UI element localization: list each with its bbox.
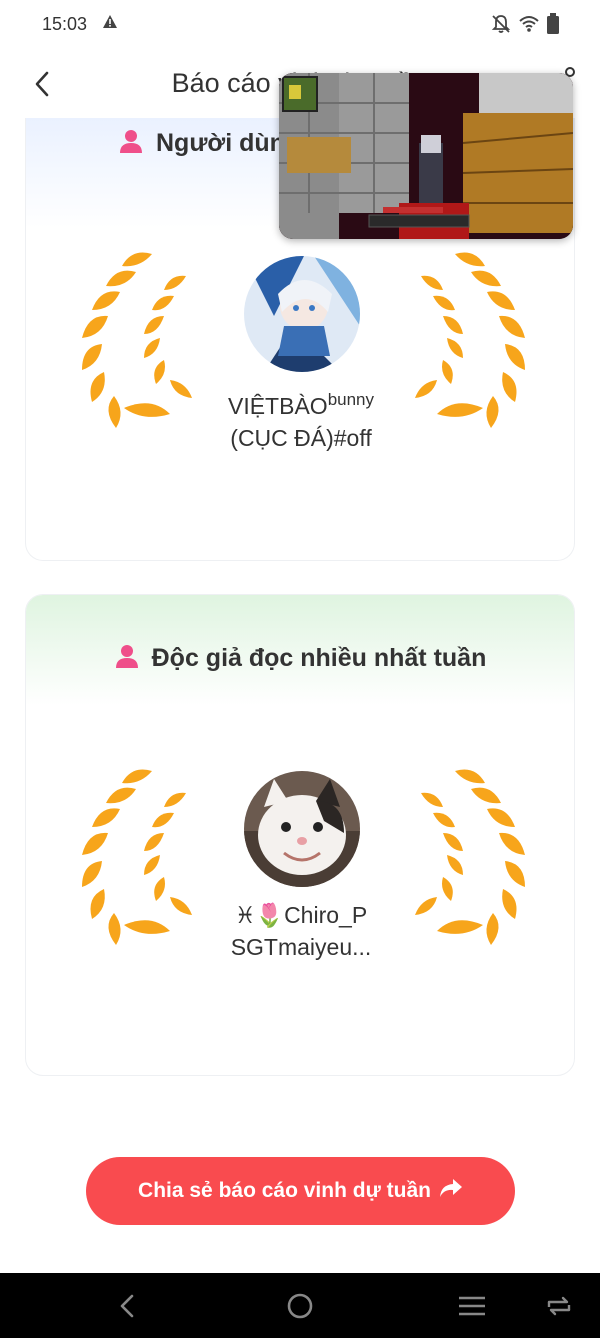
laurel-right-icon <box>415 769 525 945</box>
top-reader-card: Độc giả đọc nhiều nhất tuần ♓🌷Chiro_P SG… <box>25 594 575 1076</box>
person-icon <box>118 128 144 159</box>
laurel-left-icon <box>82 252 192 428</box>
user-name: VIỆTBÀObunny (CỤC ĐÁ)#off <box>201 384 401 454</box>
nav-menu-button[interactable] <box>455 1289 489 1323</box>
share-button-label: Chia sẻ báo cáo vinh dự tuần <box>138 1179 431 1202</box>
bell-off-icon <box>490 13 512 40</box>
avatar[interactable] <box>244 771 360 887</box>
card-title: Độc giả đọc nhiều nhất tuần <box>151 644 487 672</box>
nav-home-icon <box>287 1293 313 1319</box>
user-name-line2: (CỤC ĐÁ)#off <box>230 425 372 451</box>
person-icon <box>114 643 140 674</box>
share-report-button[interactable]: Chia sẻ báo cáo vinh dự tuần <box>86 1157 515 1225</box>
user-name: ♓🌷Chiro_P SGTmaiyeu... <box>201 899 401 963</box>
nav-back-button[interactable] <box>110 1289 144 1323</box>
wifi-icon <box>518 14 540 39</box>
nav-back-icon <box>120 1294 134 1318</box>
menu-icon <box>459 1296 485 1316</box>
user-name-line2: SGTmaiyeu... <box>230 934 372 960</box>
card-title-row: Độc giả đọc nhiều nhất tuần <box>26 643 574 674</box>
laurel-left-icon <box>82 769 192 945</box>
system-nav-bar <box>0 1273 600 1338</box>
avatar[interactable] <box>244 256 360 372</box>
nav-home-button[interactable] <box>283 1289 317 1323</box>
status-time: 15:03 <box>42 14 88 34</box>
pip-video-overlay[interactable] <box>279 73 573 239</box>
laurel-right-icon <box>415 252 525 428</box>
user-name-suffix: bunny <box>327 390 375 409</box>
warning-icon <box>102 14 118 35</box>
user-name-main: VIỆTBÀO <box>227 393 328 419</box>
user-name-line1: ♓🌷Chiro_P <box>234 902 368 928</box>
share-arrow-icon <box>439 1177 463 1205</box>
battery-icon <box>546 13 560 40</box>
rotate-icon <box>547 1296 571 1316</box>
status-icons <box>490 13 560 40</box>
nav-rotate-button[interactable] <box>542 1289 576 1323</box>
status-bar: 15:03 <box>0 0 600 48</box>
